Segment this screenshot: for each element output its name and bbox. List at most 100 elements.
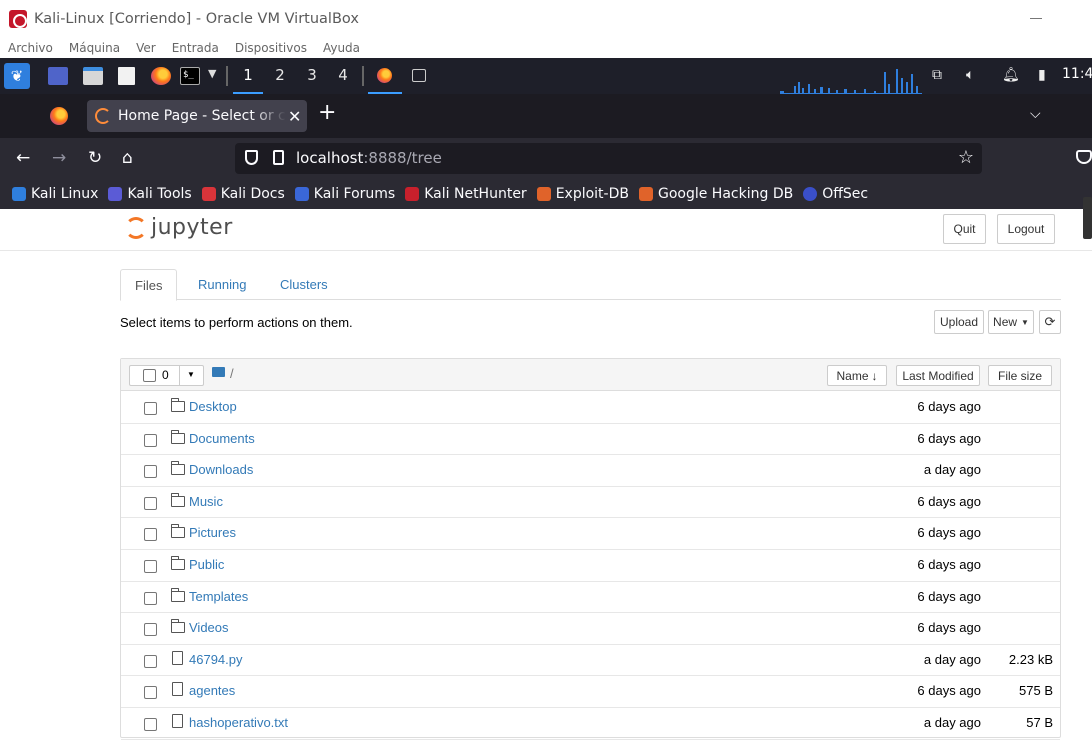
file-list-row[interactable]: Downloads a day ago <box>121 455 1060 487</box>
row-checkbox[interactable] <box>144 623 157 637</box>
taskbar-terminal-window-icon[interactable] <box>412 69 426 82</box>
kali-menu-icon[interactable]: ❦ <box>4 63 30 89</box>
file-list-row[interactable]: 46794.py a day ago 2.23 kB <box>121 645 1060 677</box>
sort-name-button[interactable]: Name ↓ <box>827 365 887 386</box>
terminal-launcher-icon[interactable]: $_ <box>180 67 200 85</box>
file-list-row[interactable]: agentes 6 days ago 575 B <box>121 676 1060 708</box>
bookmark-exploit-db[interactable]: Exploit-DB <box>536 186 629 202</box>
tab-running[interactable]: Running <box>184 269 260 300</box>
last-modified: 6 days ago <box>917 399 981 414</box>
menu-maquina[interactable]: Máquina <box>69 41 120 55</box>
menu-ver[interactable]: Ver <box>136 41 156 55</box>
pinned-tab-firefox-icon[interactable] <box>50 107 68 125</box>
page-scrollbar[interactable] <box>1083 197 1092 239</box>
row-checkbox[interactable] <box>144 402 157 415</box>
file-manager-icon[interactable] <box>83 67 103 85</box>
item-name-link[interactable]: Templates <box>189 589 248 604</box>
row-checkbox[interactable] <box>144 718 157 731</box>
back-icon[interactable]: ← <box>16 148 30 168</box>
text-editor-icon[interactable] <box>118 67 135 85</box>
logout-button[interactable]: Logout <box>997 214 1055 244</box>
breadcrumb[interactable]: / <box>230 366 234 381</box>
item-name-link[interactable]: Music <box>189 494 223 509</box>
item-name-link[interactable]: Public <box>189 557 224 572</box>
reload-icon[interactable]: ↻ <box>88 148 102 168</box>
bookmark-kali-nethunter[interactable]: Kali NetHunter <box>405 186 527 202</box>
row-checkbox[interactable] <box>144 654 157 668</box>
workspace-3[interactable]: 3 <box>297 58 327 94</box>
active-tab[interactable]: Home Page - Select or create a notebook … <box>87 100 307 132</box>
workspace-2[interactable]: 2 <box>265 58 295 94</box>
new-tab-button[interactable]: + <box>318 100 336 125</box>
bookmark-google-hacking-db[interactable]: Google Hacking DB <box>638 185 794 202</box>
bookmark-star-icon[interactable]: ☆ <box>958 147 974 168</box>
quit-button[interactable]: Quit <box>943 214 986 244</box>
workspace-4[interactable]: 4 <box>328 58 358 94</box>
bookmark-kali-tools[interactable]: Kali Tools <box>108 186 192 202</box>
network-icon[interactable]: ⧉ <box>932 67 942 83</box>
select-all-control[interactable]: 0 ▼ <box>129 365 204 386</box>
row-checkbox[interactable] <box>144 496 157 510</box>
panel-clock[interactable]: 11:44 <box>1062 66 1092 82</box>
home-icon[interactable]: ⌂ <box>122 148 133 168</box>
launcher-chevron-down-icon[interactable]: ▼ <box>208 67 216 80</box>
show-desktop-icon[interactable] <box>48 67 68 85</box>
notifications-bell-icon[interactable]: 🔔︎ <box>1002 67 1020 83</box>
select-caret-down-icon[interactable]: ▼ <box>187 370 195 379</box>
tab-clusters[interactable]: Clusters <box>266 269 342 300</box>
item-name-link[interactable]: Documents <box>189 431 255 446</box>
workspace-1[interactable]: 1 <box>233 58 263 94</box>
item-name-link[interactable]: agentes <box>189 683 235 698</box>
item-name-link[interactable]: Desktop <box>189 399 237 414</box>
row-checkbox[interactable] <box>144 560 157 573</box>
row-checkbox[interactable] <box>144 591 157 605</box>
forward-icon[interactable]: → <box>52 148 66 168</box>
minimize-icon[interactable] <box>1030 18 1042 19</box>
menu-ayuda[interactable]: Ayuda <box>323 41 360 55</box>
item-name-link[interactable]: Videos <box>189 620 229 635</box>
row-checkbox[interactable] <box>144 465 157 479</box>
new-dropdown-button[interactable]: New ▼ <box>988 310 1034 334</box>
sort-size-button[interactable]: File size <box>988 365 1052 386</box>
select-all-checkbox[interactable] <box>143 369 156 382</box>
tracking-protection-icon[interactable] <box>245 150 258 165</box>
upload-button[interactable]: Upload <box>934 310 984 334</box>
taskbar-firefox-window[interactable] <box>368 58 402 94</box>
file-list-row[interactable]: Videos 6 days ago <box>121 613 1060 645</box>
row-checkbox[interactable] <box>144 528 157 542</box>
url-text[interactable]: localhost:8888/tree <box>296 149 442 167</box>
address-bar[interactable]: localhost:8888/tree ☆ <box>235 143 982 174</box>
tab-loading-icon <box>95 108 111 124</box>
file-list-row[interactable]: Desktop 6 days ago <box>121 392 1060 424</box>
bookmark-kali-forums[interactable]: Kali Forums <box>294 186 395 202</box>
bookmark-label: Google Hacking DB <box>657 185 794 202</box>
file-list-row[interactable]: Music 6 days ago <box>121 487 1060 519</box>
pocket-icon[interactable] <box>1076 150 1092 164</box>
firefox-launcher-icon[interactable] <box>151 67 171 85</box>
sort-modified-button[interactable]: Last Modified <box>896 365 980 386</box>
row-checkbox[interactable] <box>144 433 157 447</box>
jupyter-logo[interactable]: jupyter <box>125 215 233 240</box>
refresh-button[interactable]: ⟳ <box>1039 310 1061 334</box>
site-info-icon[interactable] <box>273 150 284 165</box>
file-list-row[interactable]: hashoperativo.txt a day ago 57 B <box>121 708 1060 740</box>
bookmark-kali-docs[interactable]: Kali Docs <box>201 186 285 202</box>
battery-icon[interactable]: ▮ <box>1038 67 1046 83</box>
item-name-link[interactable]: 46794.py <box>189 652 243 667</box>
item-name-link[interactable]: Downloads <box>189 462 253 477</box>
menu-dispositivos[interactable]: Dispositivos <box>235 41 307 55</box>
file-list-row[interactable]: Pictures 6 days ago <box>121 518 1060 550</box>
volume-icon[interactable]: 🔈︎ <box>966 67 974 83</box>
menu-archivo[interactable]: Archivo <box>8 41 53 55</box>
bookmark-kali-linux[interactable]: Kali Linux <box>12 186 98 202</box>
file-list-row[interactable]: Documents 6 days ago <box>121 424 1060 456</box>
item-name-link[interactable]: Pictures <box>189 525 236 540</box>
list-all-tabs-icon[interactable]: ⌵ <box>1030 106 1041 122</box>
file-list-row[interactable]: Public 6 days ago <box>121 550 1060 582</box>
bookmark-offsec[interactable]: OffSec <box>803 186 868 202</box>
tab-close-icon[interactable]: ✕ <box>288 107 301 126</box>
tab-files[interactable]: Files <box>120 269 178 301</box>
file-list-row[interactable]: Templates 6 days ago <box>121 582 1060 614</box>
row-checkbox[interactable] <box>144 686 157 700</box>
menu-entrada[interactable]: Entrada <box>172 41 219 55</box>
